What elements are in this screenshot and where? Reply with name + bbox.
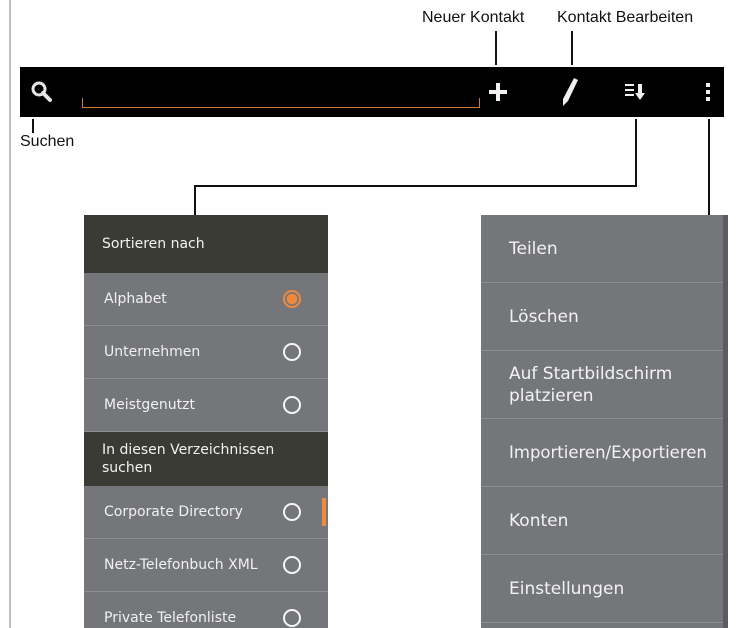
sort-menu-title: Sortieren nach — [84, 215, 328, 273]
sort-connector-horizontal — [194, 185, 637, 187]
overflow-connector-line — [708, 119, 710, 215]
radio-selected-icon — [283, 290, 301, 308]
sort-option-most-used[interactable]: Meistgenutzt — [84, 379, 328, 432]
edit-contact-callout-line — [571, 31, 573, 65]
menu-item-settings[interactable]: Einstellungen — [481, 555, 728, 623]
sort-option-label: Unternehmen — [104, 344, 201, 360]
sort-menu: Sortieren nach Alphabet Unternehmen Meis… — [84, 215, 328, 628]
overflow-menu: Teilen Löschen Auf Startbildschirm platz… — [481, 215, 728, 628]
directory-option-corporate[interactable]: Corporate Directory — [84, 486, 328, 539]
new-contact-label: Neuer Kontakt — [422, 9, 525, 26]
radio-unselected-icon — [283, 556, 301, 574]
menu-edge-shadow — [723, 215, 728, 628]
directory-option-private[interactable]: Private Telefonliste — [84, 592, 328, 628]
radio-unselected-icon — [283, 396, 301, 414]
left-border — [9, 0, 11, 628]
sort-option-company[interactable]: Unternehmen — [84, 326, 328, 379]
sort-connector-vertical — [635, 119, 637, 186]
menu-item-import-export[interactable]: Importieren/Exportieren — [481, 419, 728, 487]
directory-option-label: Netz-Telefonbuch XML — [104, 557, 258, 573]
edit-contact-label: Kontakt Bearbeiten — [557, 9, 694, 26]
search-icon[interactable] — [28, 67, 56, 117]
pencil-icon[interactable] — [556, 67, 584, 117]
directory-option-label: Private Telefonliste — [104, 610, 237, 626]
directory-option-netz-telefonbuch[interactable]: Netz-Telefonbuch XML — [84, 539, 328, 592]
menu-item-add-to-home[interactable]: Auf Startbildschirm platzieren — [481, 351, 728, 419]
radio-unselected-icon — [283, 503, 301, 521]
plus-icon[interactable] — [484, 67, 512, 117]
new-contact-callout-line — [495, 31, 497, 65]
scroll-indicator — [322, 498, 326, 526]
radio-unselected-icon — [283, 343, 301, 361]
search-label: Suchen — [20, 133, 75, 150]
directory-option-label: Corporate Directory — [104, 504, 243, 520]
contacts-toolbar — [20, 67, 724, 117]
search-callout-line — [32, 119, 34, 133]
menu-item-delete[interactable]: Löschen — [481, 283, 728, 351]
sort-option-alphabet[interactable]: Alphabet — [84, 273, 328, 326]
sort-connector-drop — [194, 185, 196, 215]
directory-section-title: In diesen Verzeichnissen suchen — [84, 432, 328, 486]
menu-item-accounts[interactable]: Konten — [481, 487, 728, 555]
menu-item-share[interactable]: Teilen — [481, 215, 728, 283]
search-input[interactable] — [82, 98, 480, 108]
sort-option-label: Meistgenutzt — [104, 397, 195, 413]
sort-icon[interactable] — [622, 67, 650, 117]
radio-unselected-icon — [283, 609, 301, 627]
more-vertical-icon[interactable] — [696, 67, 720, 117]
sort-option-label: Alphabet — [104, 291, 167, 307]
